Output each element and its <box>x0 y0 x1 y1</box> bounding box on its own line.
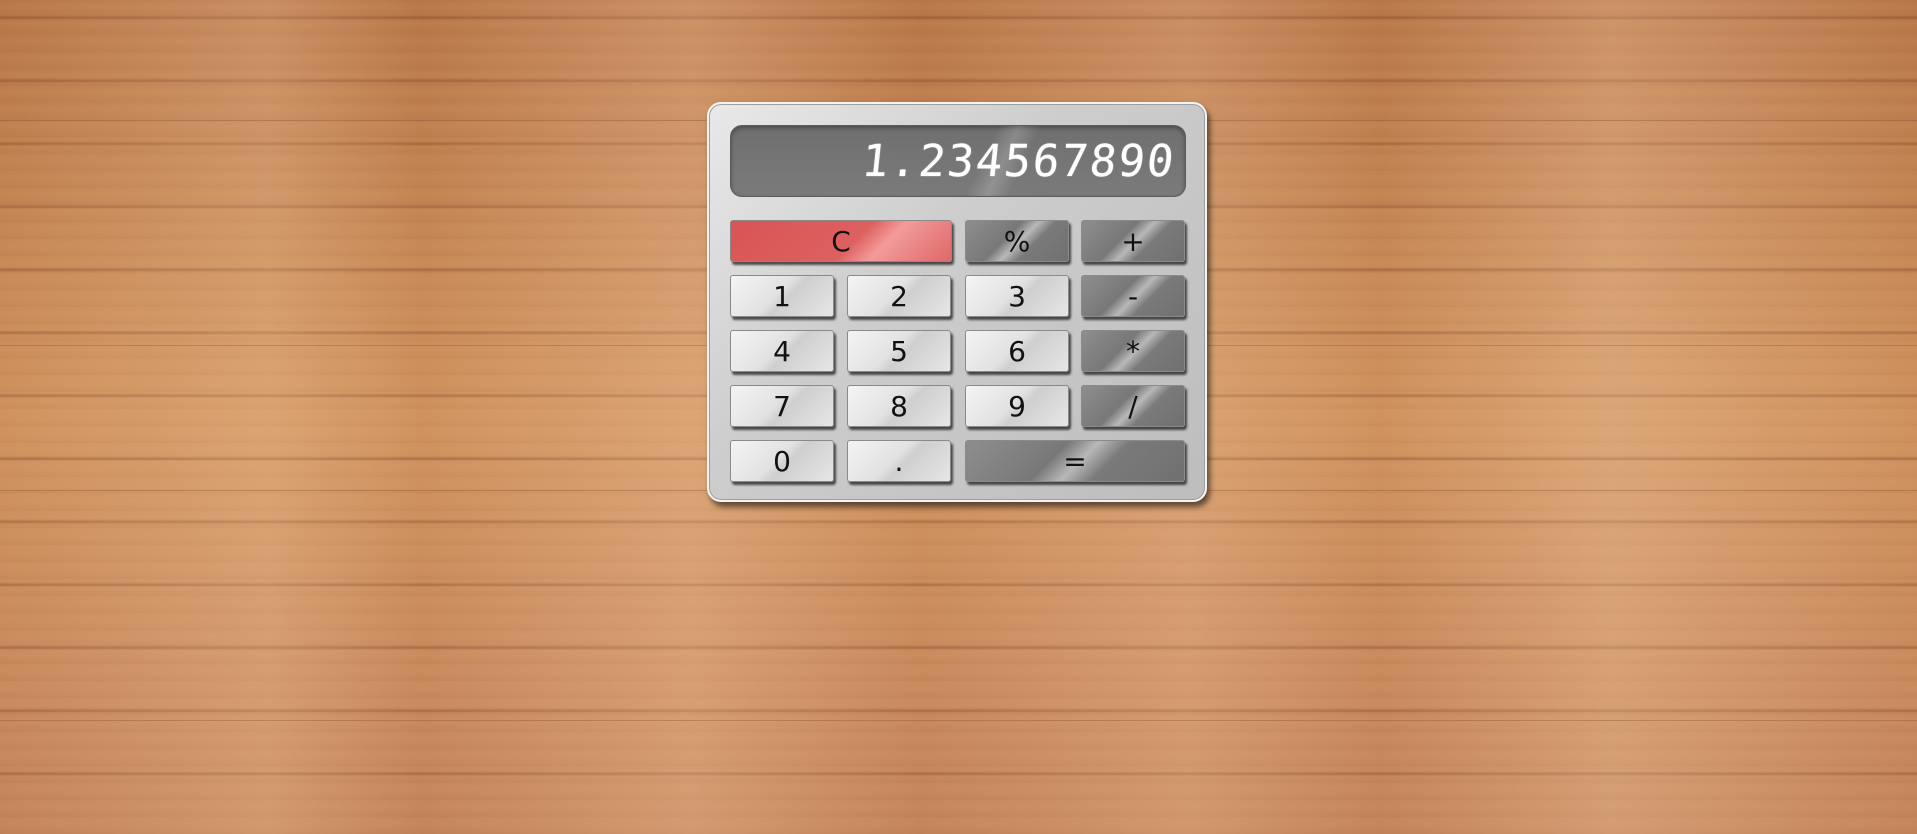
multiply-button[interactable]: * <box>1081 330 1185 372</box>
digit-7-button[interactable]: 7 <box>730 385 834 427</box>
clear-button[interactable]: C <box>730 220 952 262</box>
calculator-display: 1.234567890 <box>730 125 1186 197</box>
digit-1-button[interactable]: 1 <box>730 275 834 317</box>
digit-9-button[interactable]: 9 <box>965 385 1069 427</box>
digit-0-button[interactable]: 0 <box>730 440 834 482</box>
divide-button[interactable]: / <box>1081 385 1185 427</box>
calculator-widget: 1.234567890 C % + 1 2 3 - 4 5 6 * 7 8 9 … <box>707 102 1207 502</box>
percent-button[interactable]: % <box>965 220 1069 262</box>
digit-8-button[interactable]: 8 <box>847 385 951 427</box>
digit-6-button[interactable]: 6 <box>965 330 1069 372</box>
subtract-button[interactable]: - <box>1081 275 1185 317</box>
digit-3-button[interactable]: 3 <box>965 275 1069 317</box>
display-value: 1.234567890 <box>858 136 1178 187</box>
digit-2-button[interactable]: 2 <box>847 275 951 317</box>
decimal-button[interactable]: . <box>847 440 951 482</box>
equals-button[interactable]: = <box>965 440 1185 482</box>
digit-4-button[interactable]: 4 <box>730 330 834 372</box>
digit-5-button[interactable]: 5 <box>847 330 951 372</box>
floor-plank-seam <box>0 720 1917 721</box>
add-button[interactable]: + <box>1081 220 1185 262</box>
